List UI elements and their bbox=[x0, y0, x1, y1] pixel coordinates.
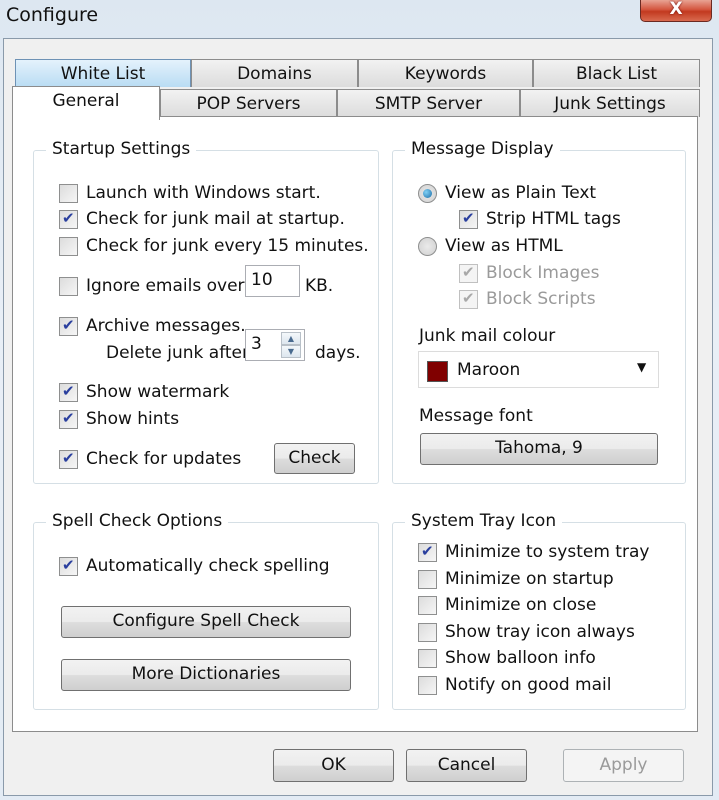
checkbox-box[interactable] bbox=[418, 675, 437, 695]
tray-show-balloon-checkbox[interactable]: Show balloon info bbox=[418, 648, 596, 668]
show-hints-checkbox[interactable]: Show hints bbox=[59, 409, 179, 429]
radio-circle[interactable] bbox=[418, 236, 437, 256]
arrow-up-icon: ▲ bbox=[287, 334, 295, 343]
checkbox-box bbox=[459, 263, 478, 283]
checkbox-box[interactable] bbox=[418, 595, 437, 615]
tab-keywords[interactable]: Keywords bbox=[358, 59, 533, 87]
message-display-title: Message Display bbox=[405, 139, 560, 159]
auto-spell-checkbox[interactable]: Automatically check spelling bbox=[59, 556, 330, 576]
strip-html-checkbox[interactable]: Strip HTML tags bbox=[459, 209, 621, 229]
tray-minimize-on-startup-checkbox[interactable]: Minimize on startup bbox=[418, 569, 614, 589]
message-font-label: Message font bbox=[419, 406, 533, 426]
checkbox-label: Block Images bbox=[486, 263, 600, 283]
dropdown-arrow-icon: ▼ bbox=[637, 360, 647, 374]
checkbox-label: Minimize on startup bbox=[445, 569, 614, 589]
checkbox-box[interactable] bbox=[59, 183, 78, 203]
checkbox-box[interactable] bbox=[59, 316, 78, 336]
tray-notify-good-mail-checkbox[interactable]: Notify on good mail bbox=[418, 675, 611, 695]
checkbox-label: Minimize to system tray bbox=[445, 542, 650, 562]
spell-check-title: Spell Check Options bbox=[46, 511, 229, 531]
checkbox-box[interactable] bbox=[418, 542, 437, 562]
checkbox-box[interactable] bbox=[59, 556, 78, 576]
ignore-size-unit: KB. bbox=[305, 276, 334, 296]
configure-spell-check-button[interactable]: Configure Spell Check bbox=[61, 606, 351, 638]
radio-circle[interactable] bbox=[418, 183, 437, 203]
checkbox-box[interactable] bbox=[59, 209, 78, 229]
ignore-size-input[interactable]: 10 bbox=[245, 265, 300, 297]
checkbox-label: Minimize on close bbox=[445, 595, 597, 615]
delete-days-unit: days. bbox=[315, 343, 361, 363]
checkbox-label: Check for updates bbox=[86, 449, 242, 469]
system-tray-title: System Tray Icon bbox=[405, 511, 563, 531]
view-as-html-radio[interactable]: View as HTML bbox=[418, 236, 563, 256]
window-title: Configure bbox=[6, 4, 99, 26]
junk-colour-select[interactable]: Maroon ▼ bbox=[418, 351, 659, 388]
checkbox-label: Check for junk every 15 minutes. bbox=[86, 236, 369, 256]
check-updates-checkbox[interactable]: Check for updates bbox=[59, 449, 241, 469]
startup-settings-title: Startup Settings bbox=[46, 139, 197, 159]
checkbox-box[interactable] bbox=[59, 236, 78, 256]
colour-value: Maroon bbox=[457, 360, 521, 380]
checkbox-label: Show balloon info bbox=[445, 648, 596, 668]
block-images-checkbox: Block Images bbox=[459, 263, 599, 283]
radio-label: View as Plain Text bbox=[445, 183, 597, 203]
checkbox-label: Show tray icon always bbox=[445, 622, 635, 642]
radio-label: View as HTML bbox=[445, 236, 563, 256]
check-junk-at-startup-checkbox[interactable]: Check for junk mail at startup. bbox=[59, 209, 345, 229]
checkbox-box[interactable] bbox=[418, 648, 437, 668]
checkbox-box[interactable] bbox=[459, 209, 478, 229]
checkbox-label: Check for junk mail at startup. bbox=[86, 209, 345, 229]
view-plain-text-radio[interactable]: View as Plain Text bbox=[418, 183, 596, 203]
checkbox-label: Archive messages. bbox=[86, 316, 246, 336]
checkbox-label: Strip HTML tags bbox=[486, 209, 621, 229]
tab-black-list[interactable]: Black List bbox=[533, 59, 700, 87]
arrow-down-icon: ▼ bbox=[287, 347, 295, 356]
archive-messages-checkbox[interactable]: Archive messages. bbox=[59, 316, 246, 336]
spin-down-button[interactable]: ▼ bbox=[281, 345, 301, 358]
checkbox-box[interactable] bbox=[418, 622, 437, 642]
tab-junk-settings[interactable]: Junk Settings bbox=[520, 89, 700, 117]
tab-general[interactable]: General bbox=[12, 86, 160, 120]
block-scripts-checkbox: Block Scripts bbox=[459, 289, 596, 309]
checkbox-label: Automatically check spelling bbox=[86, 556, 330, 576]
check-button[interactable]: Check bbox=[274, 443, 355, 474]
checkbox-box[interactable] bbox=[59, 382, 78, 402]
tab-white-list[interactable]: White List bbox=[15, 59, 191, 87]
more-dictionaries-button[interactable]: More Dictionaries bbox=[61, 659, 351, 691]
general-tab-page: Startup Settings Launch with Windows sta… bbox=[12, 116, 698, 732]
close-button[interactable]: X bbox=[640, 0, 712, 22]
tray-minimize-to-tray-checkbox[interactable]: Minimize to system tray bbox=[418, 542, 649, 562]
checkbox-label: Notify on good mail bbox=[445, 675, 612, 695]
check-every-15-checkbox[interactable]: Check for junk every 15 minutes. bbox=[59, 236, 369, 256]
tab-smtp-server[interactable]: SMTP Server bbox=[337, 89, 520, 117]
tab-domains[interactable]: Domains bbox=[191, 59, 358, 87]
checkbox-label: Show hints bbox=[86, 409, 180, 429]
checkbox-label: Show watermark bbox=[86, 382, 230, 402]
tab-pop-servers[interactable]: POP Servers bbox=[160, 89, 337, 117]
launch-with-windows-checkbox[interactable]: Launch with Windows start. bbox=[59, 183, 321, 203]
checkbox-box[interactable] bbox=[59, 276, 78, 296]
message-font-button[interactable]: Tahoma, 9 bbox=[420, 433, 658, 465]
checkbox-box[interactable] bbox=[59, 449, 78, 469]
checkbox-box[interactable] bbox=[59, 409, 78, 429]
cancel-button[interactable]: Cancel bbox=[406, 749, 527, 782]
ok-button[interactable]: OK bbox=[273, 749, 394, 782]
checkbox-box bbox=[459, 289, 478, 309]
spin-up-button[interactable]: ▲ bbox=[281, 332, 301, 345]
ignore-emails-checkbox[interactable]: Ignore emails over bbox=[59, 276, 245, 296]
colour-swatch bbox=[427, 361, 448, 382]
show-watermark-checkbox[interactable]: Show watermark bbox=[59, 382, 229, 402]
apply-button[interactable]: Apply bbox=[563, 749, 684, 782]
checkbox-label: Ignore emails over bbox=[86, 276, 245, 296]
junk-colour-label: Junk mail colour bbox=[419, 326, 556, 346]
close-icon: X bbox=[669, 0, 683, 19]
checkbox-label: Block Scripts bbox=[486, 289, 596, 309]
tray-minimize-on-close-checkbox[interactable]: Minimize on close bbox=[418, 595, 596, 615]
delete-junk-label: Delete junk after bbox=[106, 343, 249, 363]
tray-show-icon-always-checkbox[interactable]: Show tray icon always bbox=[418, 622, 635, 642]
checkbox-label: Launch with Windows start. bbox=[86, 183, 321, 203]
checkbox-box[interactable] bbox=[418, 569, 437, 589]
